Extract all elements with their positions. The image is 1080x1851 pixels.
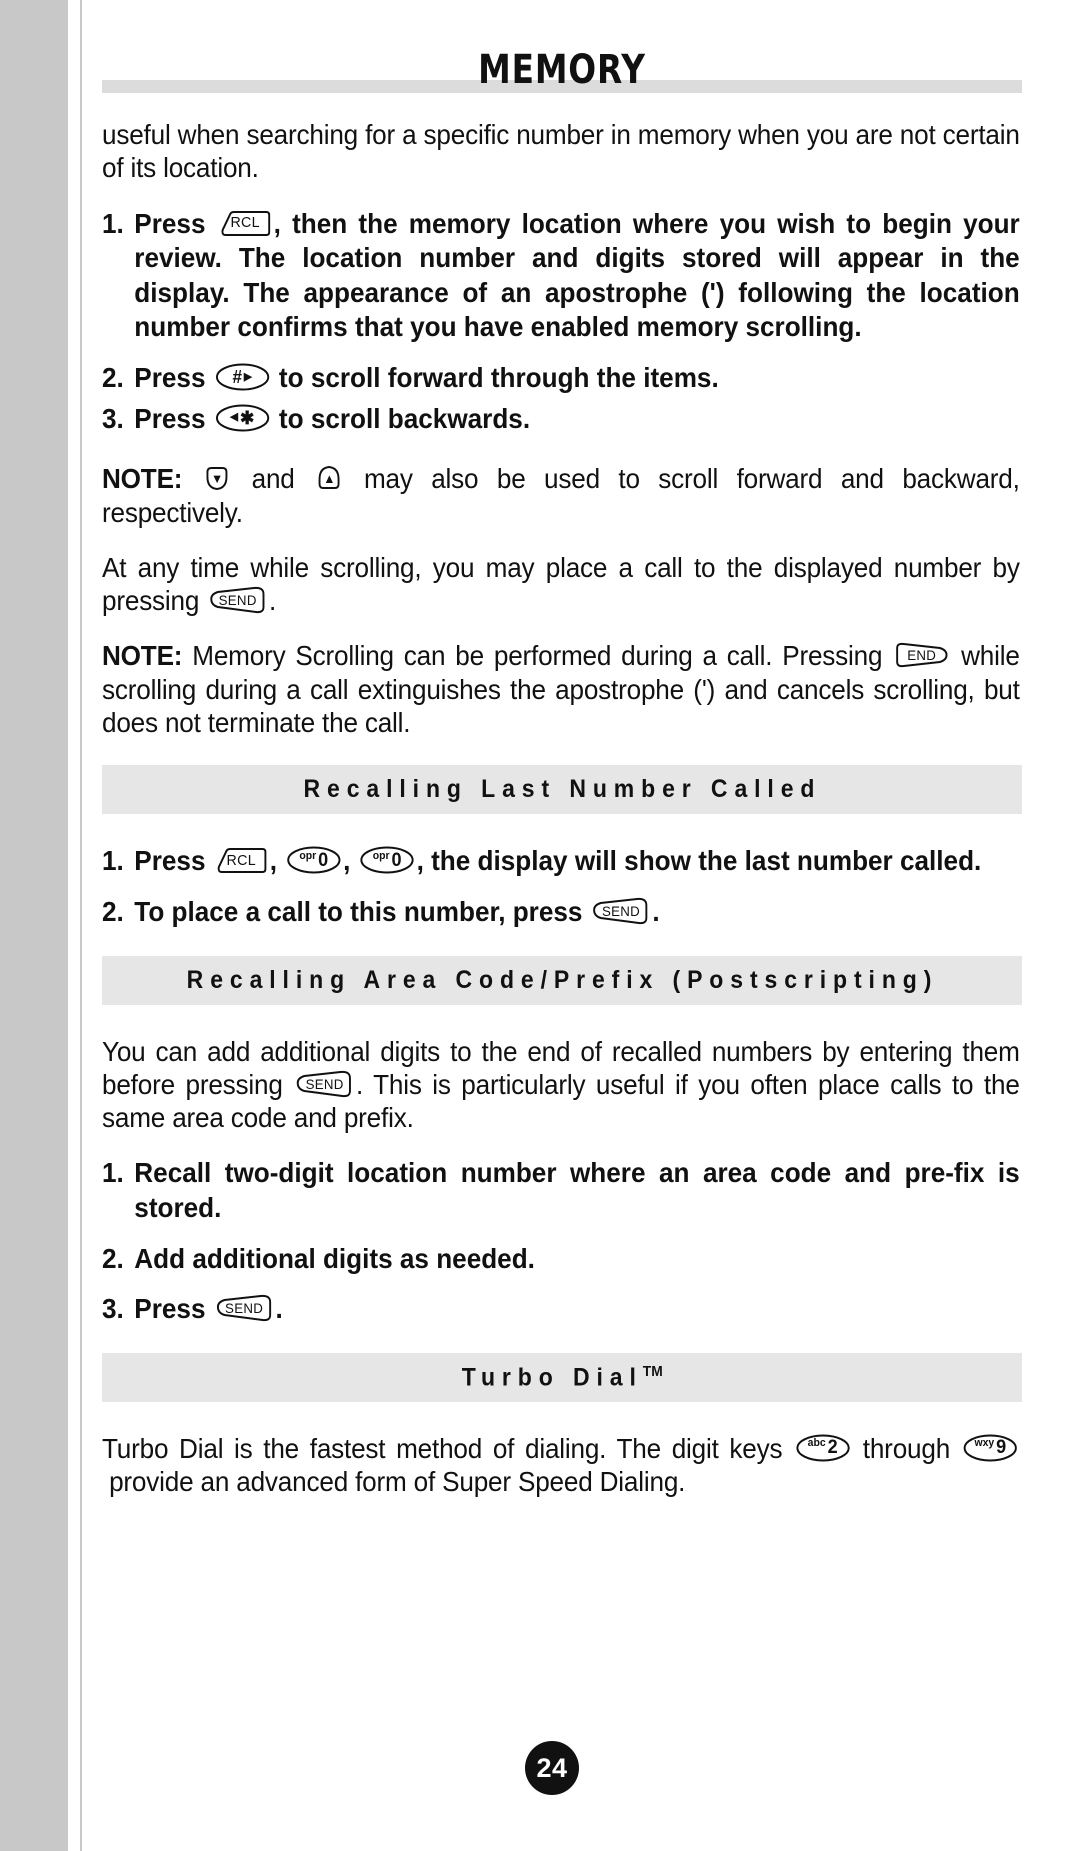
page-number-container: 24 [82, 1741, 1022, 1795]
star-key-icon[interactable]: ◀ ✱ [215, 403, 270, 433]
step-memory-scroll-1: 1. Press RCL, then the memory location w… [102, 207, 1020, 346]
send-key-label: SEND [218, 592, 257, 609]
page-number: 24 [525, 1741, 579, 1795]
paragraph-postscripting: You can add additional digits to the end… [102, 1035, 1020, 1135]
section-header-text: Turbo Dial [461, 1363, 643, 1392]
step-body: , the display will show the last number … [416, 845, 982, 877]
paragraph-text-after: provide an advanced form of Super Speed … [109, 1466, 686, 1498]
note-mid: and [251, 463, 295, 495]
opr-zero-key-icon[interactable]: opr 0 [286, 845, 341, 875]
wxy-nine-key-glyph: wxy 9 [974, 1437, 1006, 1459]
step-number: 3. [102, 402, 124, 434]
step-lead: Press [134, 845, 206, 877]
send-key-icon[interactable]: SEND [215, 1293, 274, 1323]
step-body: . [275, 1293, 283, 1325]
abc-two-key-glyph: abc 2 [807, 1437, 838, 1459]
step-text: Press SEND. [134, 1292, 1019, 1327]
step-body: to scroll forward through the items. [278, 362, 719, 394]
step-lead: Press [134, 362, 206, 394]
rcl-key-icon[interactable]: RCL [219, 208, 272, 238]
down-arrow-glyph: ▼ [210, 470, 223, 486]
send-key-label: SEND [225, 1300, 264, 1317]
note-text-before: Memory Scrolling can be performed during… [192, 640, 883, 672]
step-number: 1. [102, 1157, 124, 1189]
paragraph-text-after: . [269, 585, 277, 617]
page-content: MEMORY useful when searching for a speci… [82, 0, 1080, 1851]
step-lead: To place a call to this number, press [134, 895, 583, 927]
star-key-glyph: ◀ ✱ [230, 407, 255, 428]
step-number: 2. [102, 362, 124, 394]
step-lead: Press [134, 207, 206, 239]
send-key-label: SEND [601, 902, 641, 919]
send-key-icon[interactable]: SEND [208, 585, 267, 615]
rcl-key-label: RCL [230, 214, 260, 232]
note-during-call: NOTE: Memory Scrolling can be performed … [102, 639, 1020, 739]
step-text: Press ◀ ✱ to scroll backwards. [134, 402, 1019, 437]
step-text: Recall two-digit location number where a… [134, 1157, 1020, 1223]
step-number: 2. [102, 895, 124, 927]
running-head: MEMORY [102, 46, 1022, 118]
step-recall-last-2: 2. To place a call to this number, press… [102, 895, 1020, 930]
opr-zero-key-glyph: opr 0 [299, 849, 329, 871]
hash-key-glyph: # ▶ [232, 367, 252, 388]
section-header-label: Recalling Last Number Called [303, 775, 821, 804]
paragraph-turbo-dial: Turbo Dial is the fastest method of dial… [102, 1432, 1020, 1499]
end-key-icon[interactable]: END [894, 640, 949, 670]
step-text: To place a call to this number, press SE… [134, 895, 1019, 930]
step-body: to scroll backwards. [278, 402, 531, 434]
step-text: Press # ▶ to scroll forward through the i… [134, 361, 1019, 396]
page-gutter-edge [68, 0, 82, 1851]
step-memory-scroll-2: 2. Press # ▶ to scroll forward through th… [102, 361, 1020, 396]
step-memory-scroll-3: 3. Press ◀ ✱ to scroll backwards. [102, 402, 1020, 437]
send-key-icon[interactable]: SEND [295, 1069, 354, 1099]
section-header-turbo-dial: Turbo DialTM [102, 1352, 1022, 1402]
section-header-label: Turbo DialTM [462, 1363, 663, 1392]
step-text: Press RCL, then the memory location wher… [134, 207, 1019, 346]
running-head-title: MEMORY [478, 47, 646, 93]
paragraph-text-before: Turbo Dial is the fastest method of dial… [102, 1432, 783, 1464]
paragraph-text-mid: through [862, 1432, 951, 1464]
paragraph-place-call: At any time while scrolling, you may pla… [102, 551, 1020, 618]
step-number: 2. [102, 1242, 124, 1274]
page-gutter-bar [0, 0, 68, 1851]
section-header-label: Recalling Area Code/Prefix (Postscriptin… [186, 965, 938, 994]
trademark-mark: TM [642, 1362, 663, 1380]
rcl-key-label: RCL [226, 851, 256, 869]
up-arrow-key-icon[interactable]: ▲ [315, 463, 344, 493]
send-key-label: SEND [305, 1075, 344, 1092]
step-recall-last-1: 1. Press RCL, opr 0, opr 0, the display wi… [102, 844, 1020, 879]
step-postscripting-1: 1. Recall two-digit location number wher… [102, 1156, 1020, 1225]
send-key-icon[interactable]: SEND [592, 896, 651, 926]
step-lead: Press [134, 402, 206, 434]
abc-two-key-icon[interactable]: abc 2 [795, 1433, 850, 1463]
step-number: 1. [102, 845, 124, 877]
opr-zero-key-glyph: opr 0 [372, 849, 402, 871]
down-arrow-key-icon[interactable]: ▼ [203, 463, 232, 493]
step-text: Press RCL, opr 0, opr 0, the display will … [134, 845, 982, 877]
wxy-nine-key-icon[interactable]: wxy 9 [963, 1433, 1018, 1463]
end-key-label: END [907, 647, 937, 664]
step-postscripting-3: 3. Press SEND. [102, 1292, 1020, 1327]
note-label: NOTE: [102, 640, 183, 672]
section-header-recalling-last-number: Recalling Last Number Called [102, 765, 1022, 815]
step-number: 3. [102, 1293, 124, 1325]
step-body: . [652, 895, 660, 927]
step-lead: Press [134, 1293, 206, 1325]
intro-paragraph: useful when searching for a specific num… [102, 119, 1020, 184]
opr-zero-key-icon[interactable]: opr 0 [360, 845, 415, 875]
note-body: may also be used to scroll forward and b… [102, 463, 1020, 528]
up-arrow-glyph: ▲ [323, 470, 336, 486]
hash-key-icon[interactable]: # ▶ [215, 362, 270, 392]
section-header-postscripting: Recalling Area Code/Prefix (Postscriptin… [102, 955, 1022, 1005]
note-label: NOTE: [102, 463, 183, 495]
step-text: Add additional digits as needed. [134, 1242, 535, 1274]
step-postscripting-2: 2. Add additional digits as needed. [102, 1242, 1020, 1277]
step-number: 1. [102, 207, 124, 239]
rcl-key-icon[interactable]: RCL [215, 845, 268, 875]
note-scroll-arrows: NOTE: ▼ and ▲ may also be used to scroll… [102, 462, 1020, 529]
manual-page: MEMORY useful when searching for a speci… [0, 0, 1080, 1851]
